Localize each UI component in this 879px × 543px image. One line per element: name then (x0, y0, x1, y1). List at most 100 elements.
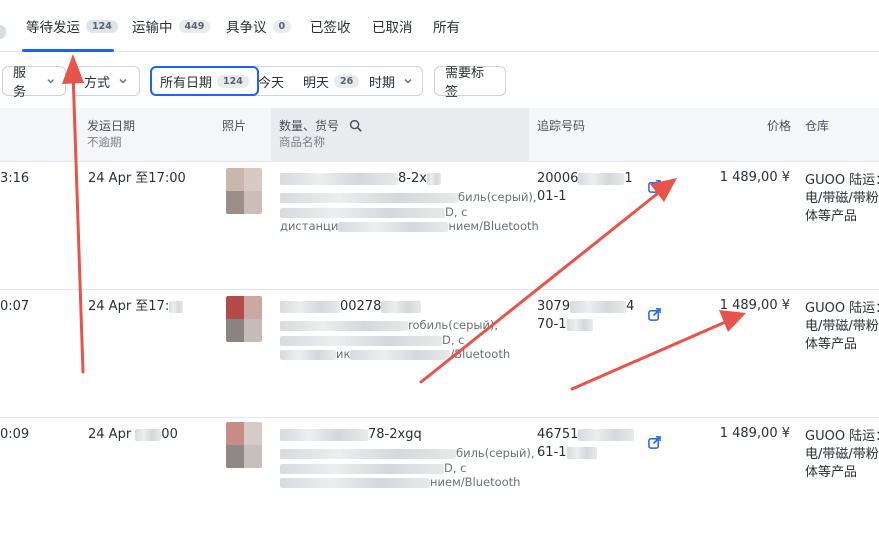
column-photo-title: 照片 (222, 119, 247, 133)
chevron-down-icon (119, 78, 127, 84)
redacted-block (566, 318, 593, 331)
date-tomorrow-button[interactable]: 明天 26 (303, 67, 360, 95)
tracking-number[interactable]: 20006 1 01-1 (537, 170, 633, 206)
table-row[interactable]: 3:16 24 Apr 至17:00 8-2x биль(серый), D, … (0, 162, 879, 290)
column-product-name-subtitle: 商品名称 (279, 135, 325, 149)
product-desc-text: /Bluetooth (450, 347, 511, 361)
redacted-block (578, 428, 635, 441)
redacted-block (426, 172, 441, 185)
product-desc-line1: roбиль(серый), (280, 318, 498, 333)
warehouse-line2: 电/带磁/带粉 (805, 191, 879, 206)
redacted-block (280, 349, 336, 360)
redacted-block (280, 477, 430, 488)
needs-label-text: 需要标签 (445, 66, 485, 100)
date-filter-group: 所有日期 124 今天 明天 26 时期 (150, 66, 423, 96)
column-tracking[interactable]: 追踪号码 (537, 118, 585, 134)
sku-text: 00278 (340, 299, 382, 314)
product-desc-text: D, с (445, 205, 468, 219)
chevron-down-icon (46, 79, 54, 84)
tab-label: 等待发运 (26, 20, 80, 36)
service-filter-dropdown[interactable]: 服务 (2, 66, 66, 100)
column-price[interactable]: 价格 (767, 118, 791, 134)
product-desc-text: биль(серый), (456, 446, 535, 460)
redacted-block (381, 300, 422, 313)
date-period-dropdown[interactable]: 时期 (369, 67, 413, 95)
tracking-text-line2: 61-1 (537, 445, 567, 460)
sku-line[interactable]: 78-2xgq (280, 426, 422, 444)
price-value: 1 489,00 ¥ (719, 298, 790, 313)
method-filter-label: 方式 (84, 75, 111, 91)
external-link-icon[interactable] (648, 308, 661, 321)
tab-count-badge: 449 (178, 19, 211, 33)
redacted-block (169, 300, 184, 313)
product-desc-line1: биль(серый), (280, 190, 537, 205)
ship-date: 24 Apr 至17: (88, 298, 184, 316)
needs-label-filter-button[interactable]: 需要标签 (434, 66, 506, 100)
ship-date-text: 24 Apr (88, 427, 136, 442)
column-ship-date[interactable]: 发运日期 不逾期 (87, 118, 135, 150)
column-warehouse-title: 仓库 (805, 119, 830, 133)
external-link-icon[interactable] (648, 436, 661, 449)
tracking-number[interactable]: 46751 61-1 (537, 426, 635, 462)
tab-all[interactable]: 所有 (433, 0, 460, 52)
product-photo[interactable] (226, 296, 262, 342)
redacted-block (578, 172, 625, 185)
date-today-button[interactable]: 今天 (258, 67, 284, 95)
column-photo: 照片 (222, 118, 246, 134)
column-qty-sku[interactable]: 数量、货号 商品名称 (279, 118, 362, 150)
redacted-block (280, 335, 442, 346)
tracking-text: 1 (624, 171, 633, 186)
warehouse-line3: 体等产品 (805, 465, 858, 480)
tab-count-badge: 124 (86, 19, 118, 33)
tracking-text-line2: 01-1 (537, 189, 567, 204)
product-desc-text: нием/Bluetooth (448, 219, 539, 233)
service-filter-label: 服务 (13, 66, 27, 100)
order-time: 0:07 (0, 299, 30, 314)
product-desc-line3: нием/Bluetooth (280, 475, 520, 490)
search-icon[interactable] (349, 119, 362, 132)
redacted-block (280, 172, 398, 185)
tab-label: 所有 (433, 20, 460, 36)
product-photo[interactable] (226, 422, 262, 468)
warehouse-line3: 体等产品 (805, 209, 858, 224)
redacted-block (135, 428, 162, 441)
redacted-block (570, 300, 627, 313)
date-count-badge: 26 (334, 74, 360, 88)
sku-line[interactable]: 8-2x (280, 170, 441, 188)
method-filter-dropdown[interactable]: 方式 (74, 66, 140, 96)
product-desc-line2: D, с (280, 461, 467, 476)
column-tracking-title: 追踪号码 (537, 119, 586, 133)
redacted-block (280, 300, 340, 313)
tab-label: 已签收 (310, 20, 351, 36)
product-desc-text: D, с (444, 461, 467, 475)
date-all-button[interactable]: 所有日期 124 (150, 66, 259, 96)
column-qty-sku-title: 数量、货号 (279, 119, 340, 133)
tab-awaiting-shipment[interactable]: 等待发运 124 (26, 0, 118, 52)
column-warehouse[interactable]: 仓库 (805, 118, 829, 134)
ship-date-text: 24 Apr 至17: (88, 299, 170, 314)
product-photo[interactable] (226, 168, 262, 214)
external-link-icon[interactable] (648, 180, 661, 193)
product-desc-text: D, с (442, 333, 465, 347)
tab-delivered[interactable]: 已签收 (310, 0, 351, 52)
product-desc-text: нием/Bluetooth (430, 475, 521, 489)
date-segment-label: 今天 (258, 75, 285, 91)
product-desc-text: биль(серый), (458, 190, 537, 204)
warehouse-line2: 电/带磁/带粉 (805, 447, 879, 462)
tab-cancelled[interactable]: 已取消 (372, 0, 413, 52)
tab-in-transit[interactable]: 运输中 449 (132, 0, 211, 52)
warehouse-line3: 体等产品 (805, 337, 858, 352)
tab-label: 运输中 (132, 20, 173, 36)
product-desc-line3: дистанци нием/Bluetooth (280, 219, 539, 234)
warehouse-line2: 电/带磁/带粉 (805, 319, 879, 334)
order-time: 0:09 (0, 427, 30, 442)
sku-line[interactable]: 00278 (280, 298, 422, 316)
tab-disputed[interactable]: 具争议 0 (226, 0, 292, 52)
table-row[interactable]: 0:07 24 Apr 至17: 00278 roбиль(серый), D,… (0, 290, 879, 418)
price-value: 1 489,00 ¥ (719, 426, 790, 441)
table-header: 发运日期 不逾期 照片 数量、货号 商品名称 追踪号码 价格 仓库 (0, 108, 879, 162)
date-segment-label: 所有日期 (160, 75, 213, 91)
product-desc-line1: биль(серый), (280, 446, 535, 461)
table-row[interactable]: 0:09 24 Apr 00 78-2xgq биль(серый), D, с… (0, 418, 879, 543)
tracking-number[interactable]: 3079 4 70-1 (537, 298, 634, 334)
